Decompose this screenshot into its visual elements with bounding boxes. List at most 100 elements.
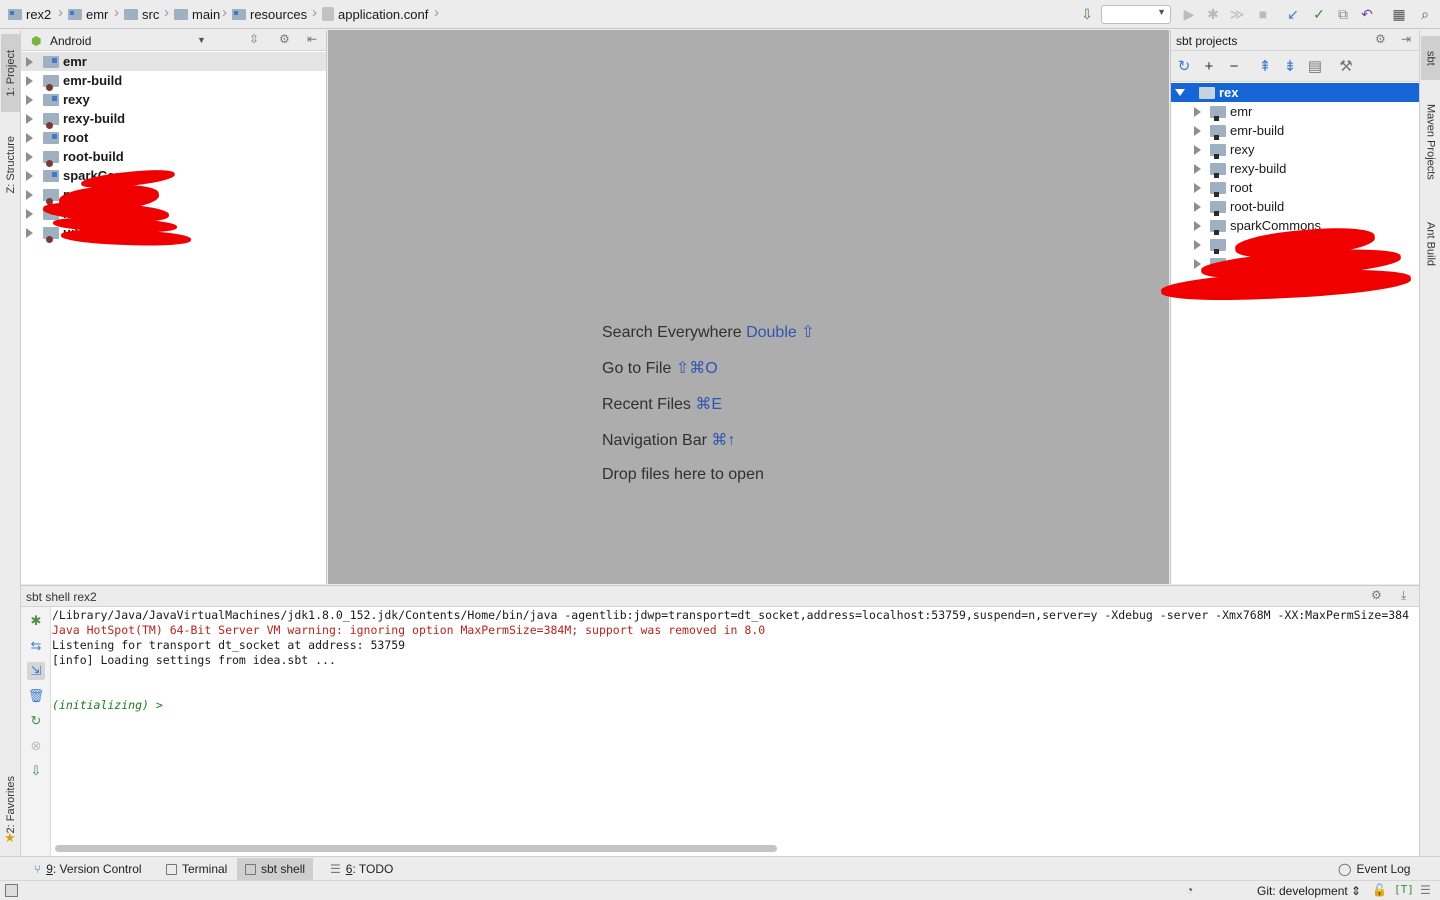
build-icon[interactable]: ⇩ xyxy=(1078,5,1096,23)
scroll-to-end-icon[interactable]: ⇲ xyxy=(27,662,45,680)
event-notifier-icon[interactable]: ☰ xyxy=(1420,883,1431,897)
expand-arrow-icon[interactable] xyxy=(26,227,33,238)
sbt-tree-row[interactable]: emr xyxy=(1171,102,1420,121)
settings-icon[interactable]: ⚒ xyxy=(1337,57,1355,75)
chevron-down-icon[interactable]: ▼ xyxy=(197,35,206,45)
expand-arrow-icon[interactable] xyxy=(1194,220,1201,231)
tab-maven-projects[interactable]: Maven Projects xyxy=(1421,90,1440,194)
refresh-icon[interactable]: ↻ xyxy=(1175,57,1193,75)
expand-arrow-icon[interactable] xyxy=(1194,144,1201,155)
expand-arrow-icon[interactable] xyxy=(1194,163,1201,174)
expand-arrow-icon[interactable] xyxy=(1194,106,1201,117)
sbt-tree-row[interactable]: root-build xyxy=(1171,197,1420,216)
gear-icon[interactable]: ⚙ xyxy=(1371,588,1382,602)
stop-icon[interactable]: ■ xyxy=(1254,5,1272,23)
sbt-shell-toolbar: ✱ ⇆ ⇲ 🗑 ↻ ⊗ ⇩ xyxy=(21,607,51,857)
module-folder-icon xyxy=(43,55,59,68)
debug-attach-icon[interactable]: ✱ xyxy=(27,612,45,630)
expand-arrow-icon[interactable] xyxy=(1194,125,1201,136)
vcs-compare-icon[interactable]: ⧉ xyxy=(1334,5,1352,23)
restart-icon[interactable]: ↻ xyxy=(27,712,45,730)
version-control-icon: ⑂ xyxy=(34,862,42,876)
collapse-all-icon[interactable]: ⇳ xyxy=(249,32,259,46)
expand-arrow-icon[interactable] xyxy=(26,113,33,124)
expand-arrow-icon[interactable] xyxy=(1194,182,1201,193)
breadcrumb-item-resources[interactable]: resources xyxy=(232,5,307,23)
tab-sbt[interactable]: sbt xyxy=(1421,36,1440,80)
vcs-revert-icon[interactable]: ↶ xyxy=(1358,5,1376,23)
tab-ant-build[interactable]: Ant Build xyxy=(1421,210,1440,278)
collapse-arrow-icon[interactable] xyxy=(1175,89,1185,96)
hide-panel-icon[interactable]: ⇥ xyxy=(1401,32,1411,46)
expand-arrow-icon[interactable] xyxy=(1194,239,1201,250)
tab-structure[interactable]: Z: Structure xyxy=(1,122,20,208)
minimize-panel-icon[interactable]: ⤓ xyxy=(1401,588,1406,603)
breadcrumb-item-emr[interactable]: emr xyxy=(68,5,108,23)
toggle-tool-windows-icon[interactable] xyxy=(5,884,18,897)
expand-arrow-icon[interactable] xyxy=(1194,258,1201,269)
group-modules-icon[interactable]: ▤ xyxy=(1306,57,1324,75)
expand-arrow-icon[interactable] xyxy=(26,170,33,181)
close-icon[interactable]: ⊗ xyxy=(27,737,45,755)
sbt-shell-icon xyxy=(245,863,256,875)
tab-project[interactable]: 1: Project xyxy=(1,34,20,112)
add-icon[interactable]: + xyxy=(1200,57,1218,75)
build-module-icon xyxy=(43,188,59,205)
sbt-shell-console[interactable]: /Library/Java/JavaVirtualMachines/jdk1.8… xyxy=(52,607,1419,857)
breadcrumb-item-application-conf[interactable]: application.conf xyxy=(322,5,428,23)
git-branch-widget[interactable]: Git: development ⇕ xyxy=(1257,884,1361,898)
expand-arrow-icon[interactable] xyxy=(26,94,33,105)
memory-indicator-icon[interactable]: ◔ xyxy=(1186,883,1193,897)
collapse-all-icon[interactable]: ⇟ xyxy=(1281,57,1299,75)
run-configuration-select[interactable]: ▼ xyxy=(1101,5,1171,24)
tab-terminal[interactable]: Terminal xyxy=(158,858,235,880)
sbt-tree-row[interactable]: rexy xyxy=(1171,140,1420,159)
sbt-tree-row[interactable]: emr-build xyxy=(1171,121,1420,140)
expand-arrow-icon[interactable] xyxy=(26,189,33,200)
event-log-icon: ◯ xyxy=(1338,862,1352,876)
sbt-tree-row[interactable]: rexy-build xyxy=(1171,159,1420,178)
sbt-tree-row[interactable]: root xyxy=(1171,178,1420,197)
project-tree-row[interactable]: emr-build xyxy=(21,71,326,91)
debug-icon[interactable]: ✱ xyxy=(1204,5,1222,23)
project-panel-header: ⬢ Android ▼ ⇳ ⚙ ⇤ xyxy=(21,30,326,51)
expand-arrow-icon[interactable] xyxy=(26,208,33,219)
editor-empty-area[interactable]: Search Everywhere Double ⇧ Go to File ⇧⌘… xyxy=(328,30,1169,584)
vcs-update-icon[interactable]: ↙ xyxy=(1284,5,1302,23)
tab-version-control[interactable]: ⑂ 9: Version Control xyxy=(26,858,150,880)
run-icon[interactable]: ▶ xyxy=(1180,5,1198,23)
sbt-tree-root[interactable]: rex xyxy=(1171,83,1420,102)
vcs-commit-icon[interactable]: ✓ xyxy=(1310,5,1328,23)
search-icon[interactable]: ⌕ xyxy=(1416,5,1434,23)
expand-arrow-icon[interactable] xyxy=(26,132,33,143)
expand-arrow-icon[interactable] xyxy=(26,75,33,86)
breadcrumb-item-src[interactable]: src xyxy=(124,5,159,23)
breadcrumb-item-main[interactable]: main xyxy=(174,5,220,23)
gear-icon[interactable]: ⚙ xyxy=(1375,32,1386,46)
clear-all-icon[interactable]: 🗑 xyxy=(27,687,45,705)
project-tree-row[interactable]: rexy xyxy=(21,90,326,109)
project-tree-row[interactable]: root-build xyxy=(21,147,326,167)
breadcrumb-item-rex2[interactable]: rex2 xyxy=(8,5,51,23)
gear-icon[interactable]: ⚙ xyxy=(279,32,290,46)
expand-arrow-icon[interactable] xyxy=(26,151,33,162)
hide-panel-icon[interactable]: ⇤ xyxy=(307,32,317,46)
soft-wrap-icon[interactable]: ⇆ xyxy=(27,637,45,655)
expand-arrow-icon[interactable] xyxy=(1194,201,1201,212)
execute-icon[interactable]: ⇩ xyxy=(27,762,45,780)
project-structure-icon[interactable]: ▦ xyxy=(1390,5,1408,23)
tab-todo[interactable]: ☰ 6: TODO xyxy=(322,858,401,880)
project-tree-row[interactable]: rexy-build xyxy=(21,109,326,129)
inspection-widget-icon[interactable]: [T] xyxy=(1394,883,1414,896)
remove-icon[interactable]: − xyxy=(1225,57,1243,75)
project-tree-row[interactable]: emr xyxy=(21,52,326,71)
lock-icon[interactable]: 🔓 xyxy=(1372,883,1387,897)
horizontal-scrollbar[interactable] xyxy=(55,845,777,852)
expand-arrow-icon[interactable] xyxy=(26,56,33,67)
expand-all-icon[interactable]: ⇞ xyxy=(1256,57,1274,75)
coverage-icon[interactable]: ≫ xyxy=(1228,5,1246,23)
tab-sbt-shell[interactable]: sbt shell xyxy=(237,858,314,880)
tab-event-log[interactable]: ◯ Event Log xyxy=(1330,858,1418,880)
view-mode-select[interactable]: Android xyxy=(50,34,91,48)
project-tree-row[interactable]: root xyxy=(21,128,326,147)
